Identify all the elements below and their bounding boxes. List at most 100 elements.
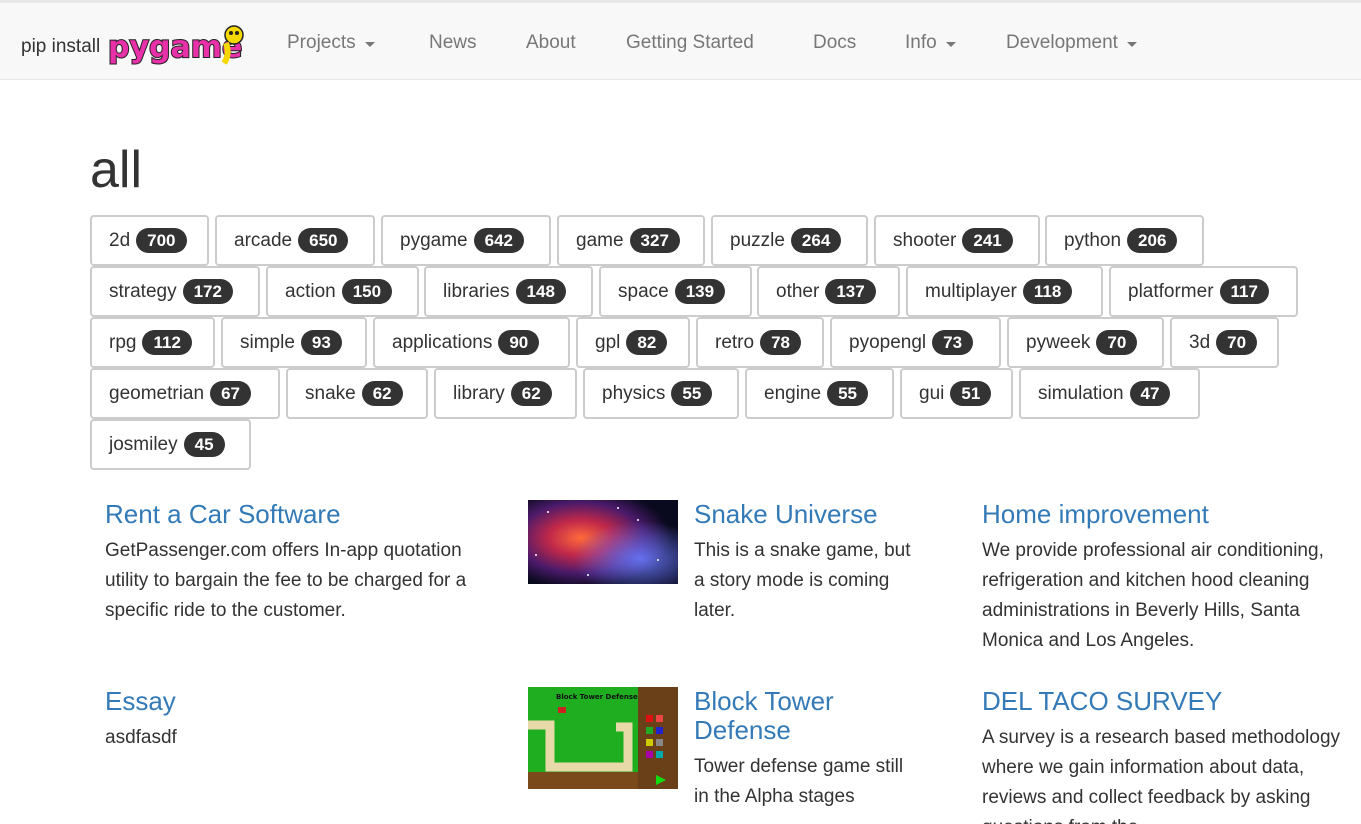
count-badge: 172 <box>182 279 233 304</box>
project-thumbnail[interactable]: Block Tower Defense <box>528 687 678 789</box>
tag-button[interactable]: game 327 <box>557 215 705 266</box>
tag-button[interactable]: pygame 642 <box>381 215 551 266</box>
count-badge: 47 <box>1129 381 1171 406</box>
nav-info-label: Info <box>905 32 937 53</box>
nav-development[interactable]: Development <box>1006 32 1137 54</box>
tag-button[interactable]: puzzle 264 <box>711 215 868 266</box>
tag-button[interactable]: space 139 <box>599 266 752 317</box>
count-badge: 45 <box>183 432 225 457</box>
project-description: asdfasdf <box>105 727 177 748</box>
count-badge: 117 <box>1219 279 1269 304</box>
project-title-link[interactable]: Rent a Car Software <box>105 500 485 529</box>
count-badge: 118 <box>1022 279 1073 304</box>
tag-button[interactable]: simulation 47 <box>1019 368 1200 419</box>
count-badge: 150 <box>341 279 393 304</box>
nav-docs[interactable]: Docs <box>813 32 856 54</box>
nav-projects[interactable]: Projects <box>287 32 375 54</box>
project-title-link[interactable]: DEL TACO SURVEY <box>982 687 1361 716</box>
tag-button[interactable]: rpg 112 <box>90 317 215 368</box>
count-badge: 62 <box>361 381 403 406</box>
tag-button[interactable]: retro 78 <box>696 317 824 368</box>
project-description: Tower defense game still in the Alpha st… <box>694 756 904 807</box>
project-thumbnail[interactable] <box>528 500 678 584</box>
nav-docs-label: Docs <box>813 32 857 53</box>
project-title-link[interactable]: Essay <box>105 687 485 716</box>
tag-button[interactable]: platformer 117 <box>1109 266 1298 317</box>
nav-development-label: Development <box>1006 32 1118 53</box>
project-card: Essay asdfasdf <box>105 687 485 753</box>
tag-button[interactable]: simple 93 <box>221 317 367 368</box>
chevron-down-icon <box>364 41 375 47</box>
tag-button[interactable]: engine 55 <box>745 368 894 419</box>
project-description: A survey is a research based methodology… <box>982 727 1341 824</box>
nav-getting-started-label: Getting Started <box>626 32 754 53</box>
project-title-link[interactable]: Block Tower Defense <box>694 687 914 745</box>
top-navbar: pip install pygame Projects News About G… <box>0 0 1361 80</box>
tag-button[interactable]: applications 90 <box>373 317 570 368</box>
count-badge: 642 <box>473 228 524 253</box>
nav-about-label: About <box>526 32 576 53</box>
count-badge: 327 <box>629 228 680 253</box>
page-title: all <box>90 141 143 199</box>
tag-button[interactable]: other 137 <box>757 266 900 317</box>
tag-button[interactable]: shooter 241 <box>874 215 1040 266</box>
nav-about[interactable]: About <box>526 32 576 54</box>
pygame-logo: pygame <box>107 25 244 66</box>
count-badge: 206 <box>1127 228 1178 253</box>
tag-button[interactable]: physics 55 <box>583 368 739 419</box>
project-card: Home improvement We provide professional… <box>982 500 1361 656</box>
tag-button[interactable]: arcade 650 <box>215 215 375 266</box>
project-card: Block Tower Defense Tower defense game s… <box>694 687 914 812</box>
tag-button[interactable]: action 150 <box>266 266 419 317</box>
tag-button[interactable]: gui 51 <box>900 368 1013 419</box>
tag-button[interactable]: python 206 <box>1045 215 1204 266</box>
count-badge: 78 <box>760 330 801 355</box>
tag-button[interactable]: pyweek 70 <box>1007 317 1164 368</box>
count-badge: 70 <box>1096 330 1138 355</box>
tower-defense-screenshot: Block Tower Defense <box>528 687 678 789</box>
project-card: Snake Universe This is a snake game, but… <box>694 500 914 626</box>
project-title-link[interactable]: Snake Universe <box>694 500 914 529</box>
project-description: We provide professional air conditioning… <box>982 540 1324 651</box>
count-badge: 51 <box>950 381 992 406</box>
count-badge: 700 <box>136 228 187 253</box>
project-title-link[interactable]: Home improvement <box>982 500 1361 529</box>
tag-button[interactable]: gpl 82 <box>576 317 690 368</box>
count-badge: 264 <box>790 228 842 253</box>
count-badge: 70 <box>1216 330 1258 355</box>
project-description: This is a snake game, but a story mode i… <box>694 540 911 621</box>
project-description: GetPassenger.com offers In-app quotation… <box>105 540 467 621</box>
tag-button[interactable]: library 62 <box>434 368 577 419</box>
tag-button[interactable]: strategy 172 <box>90 266 260 317</box>
count-badge: 73 <box>932 330 974 355</box>
count-badge: 148 <box>515 279 566 304</box>
nav-projects-label: Projects <box>287 32 356 53</box>
count-badge: 55 <box>827 381 868 406</box>
tag-button[interactable]: 3d 70 <box>1170 317 1279 368</box>
tag-button[interactable]: josmiley 45 <box>90 419 251 470</box>
nav-news[interactable]: News <box>429 32 477 54</box>
tag-button[interactable]: 2d 700 <box>90 215 209 266</box>
nav-news-label: News <box>429 32 477 53</box>
nav-getting-started[interactable]: Getting Started <box>626 32 754 54</box>
count-badge: 82 <box>626 330 668 355</box>
count-badge: 55 <box>671 381 713 406</box>
tag-button[interactable]: geometrian 67 <box>90 368 280 419</box>
chevron-down-icon <box>1126 41 1137 47</box>
nav-info[interactable]: Info <box>905 32 956 54</box>
tag-button[interactable]: libraries 148 <box>424 266 593 317</box>
count-badge: 650 <box>298 228 349 253</box>
chevron-down-icon <box>945 41 956 47</box>
count-badge: 112 <box>142 330 192 355</box>
tag-button[interactable]: pyopengl 73 <box>830 317 1001 368</box>
tag-button[interactable]: snake 62 <box>286 368 428 419</box>
count-badge: 67 <box>210 381 251 406</box>
tag-button[interactable]: multiplayer 118 <box>906 266 1103 317</box>
brand-text: pip install <box>21 36 101 57</box>
count-badge: 90 <box>498 330 540 355</box>
count-badge: 62 <box>510 381 552 406</box>
brand-link[interactable]: pip install pygame <box>21 23 252 67</box>
pygame-logo-text: pygame <box>108 30 242 65</box>
count-badge: 137 <box>825 279 876 304</box>
nebula-space-image <box>528 500 678 584</box>
